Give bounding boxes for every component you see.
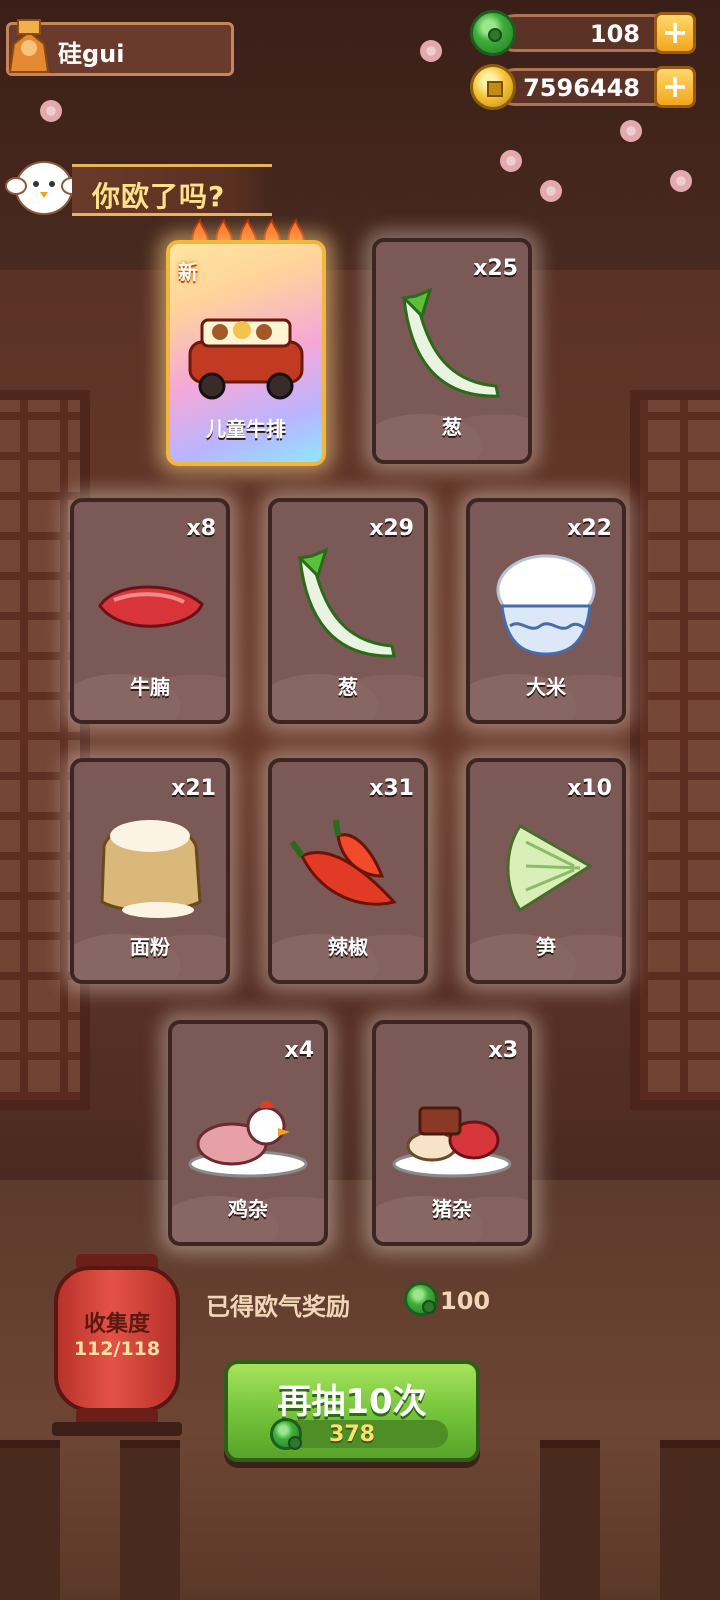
ingredient-card[interactable]: x29 葱 [268, 498, 428, 724]
card-count: x31 [369, 776, 414, 801]
ingredient-card[interactable]: x21 面粉 [70, 758, 230, 984]
ingredient-card[interactable]: x25 葱 [372, 238, 532, 464]
card-count: x10 [567, 776, 612, 801]
draw-cost: 378 [329, 1422, 375, 1447]
jade-amount: 108 [589, 20, 640, 48]
player-avatar-icon[interactable] [4, 14, 54, 76]
blossom-decoration [670, 170, 692, 192]
chili-pepper-icon [289, 819, 397, 906]
background-post [540, 1440, 600, 1600]
reward-text: 已得欧气奖励 [206, 1293, 350, 1321]
blossom-decoration [500, 150, 522, 172]
background-post [0, 1440, 60, 1600]
pork-offal-icon [392, 1106, 512, 1178]
add-gold-button[interactable]: + [654, 66, 696, 108]
scallion-icon [400, 287, 500, 398]
ingredient-card[interactable]: x10 笋 [466, 758, 626, 984]
collection-progress: 112/118 [73, 1338, 161, 1360]
blossom-decoration [40, 100, 62, 122]
beef-brisket-icon [98, 585, 204, 628]
card-label: 面粉 [130, 935, 170, 959]
card-label: 笋 [536, 935, 556, 959]
card-count: x3 [488, 1038, 519, 1063]
card-count: x25 [473, 256, 518, 281]
card-label: 辣椒 [328, 935, 368, 959]
featured-card-label: 儿童牛排 [206, 417, 286, 441]
reward-value: 100 [440, 1287, 491, 1315]
scallion-icon [296, 547, 396, 658]
ingredient-card[interactable]: x4 鸡杂 [168, 1020, 328, 1246]
card-label: 葱 [338, 675, 358, 699]
rice-bowl-icon [496, 554, 596, 656]
jade-coin-icon [404, 1282, 438, 1316]
background-post [120, 1440, 180, 1600]
flour-sack-icon [100, 820, 202, 918]
collection-progress-lantern[interactable]: 收集度 112/118 [52, 1248, 182, 1436]
gold-amount: 7596448 [523, 74, 640, 102]
chick-mascot-icon [5, 161, 82, 215]
blossom-decoration [420, 40, 442, 62]
collection-title: 收集度 [83, 1312, 150, 1337]
blossom-decoration [540, 180, 562, 202]
ingredient-card[interactable]: x22 大米 [466, 498, 626, 724]
new-badge: 新 [178, 260, 198, 284]
card-label: 大米 [526, 675, 566, 699]
jade-coin-icon [470, 10, 516, 56]
card-label: 牛腩 [130, 675, 170, 699]
player-name: 硅gui [58, 40, 125, 68]
ingredient-card[interactable]: x8 牛腩 [70, 498, 230, 724]
background-post [660, 1440, 720, 1600]
blossom-decoration [620, 120, 642, 142]
ingredient-card[interactable]: x3 猪杂 [372, 1020, 532, 1246]
ingredient-card[interactable]: x31 辣椒 [268, 758, 428, 984]
card-label: 鸡杂 [228, 1197, 268, 1221]
banner-title: 你欧了吗? [92, 180, 226, 213]
card-count: x21 [171, 776, 216, 801]
kids-steak-car-icon [188, 318, 304, 400]
card-label: 葱 [442, 415, 462, 439]
add-jade-button[interactable]: + [654, 12, 696, 54]
gold-currency: 7596448 + [470, 64, 700, 110]
card-label: 猪杂 [432, 1197, 472, 1221]
gold-coin-icon [470, 64, 516, 110]
card-count: x4 [284, 1038, 315, 1063]
card-count: x8 [186, 516, 217, 541]
draw-again-button[interactable]: 再抽10次 378 [224, 1360, 480, 1462]
title-banner: 你欧了吗? [72, 164, 272, 216]
jade-currency: 108 + [470, 10, 700, 56]
card-count: x22 [567, 516, 612, 541]
card-count: x29 [369, 516, 414, 541]
bamboo-shoot-icon [506, 824, 593, 913]
background-window [630, 390, 720, 1110]
chicken-giblets-icon [188, 1100, 308, 1178]
draw-button-label: 再抽10次 [277, 1382, 427, 1422]
